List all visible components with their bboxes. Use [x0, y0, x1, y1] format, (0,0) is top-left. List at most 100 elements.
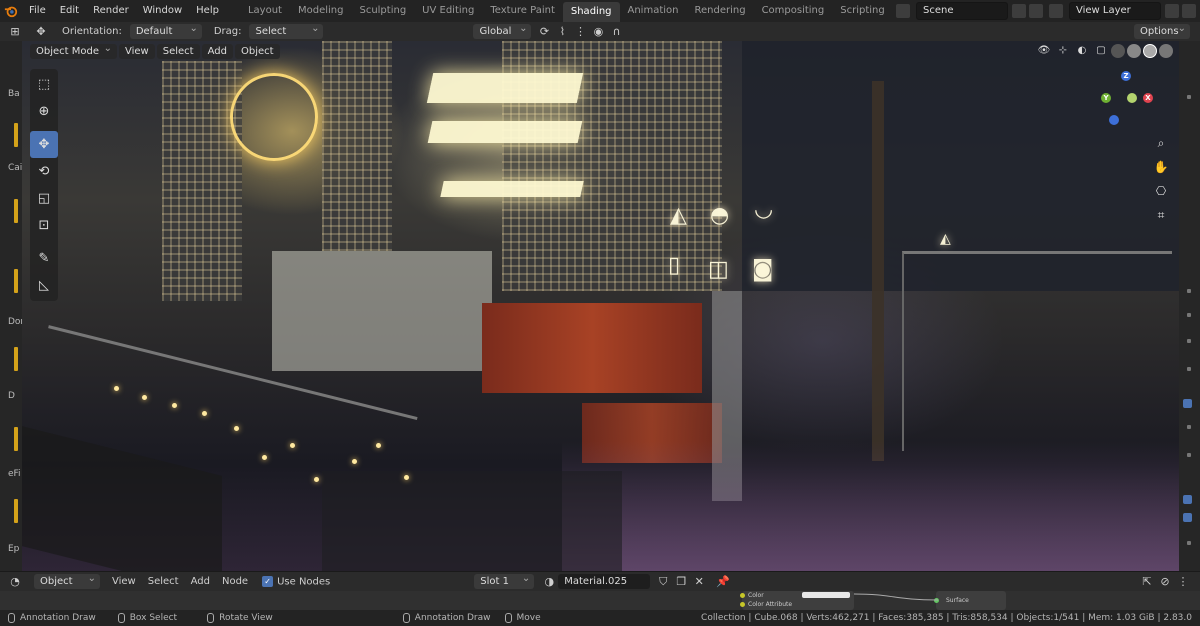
orientation-dropdown[interactable]: Default — [129, 21, 202, 39]
menu-window[interactable]: Window — [136, 0, 189, 22]
color-attribute-node[interactable]: Color Color Attribute — [740, 591, 854, 610]
options-dropdown[interactable]: Options — [1134, 21, 1190, 39]
3d-cursor-icon[interactable]: ⊕ — [30, 98, 58, 125]
snap-icon[interactable]: ⌇ — [553, 24, 571, 39]
wireframe-shading-icon[interactable] — [1111, 44, 1125, 58]
scene-icon[interactable] — [896, 4, 910, 18]
material-slot-dropdown[interactable]: Slot 1 — [474, 571, 535, 589]
object-mode-dropdown[interactable]: Object Mode — [30, 41, 117, 59]
transform-orientation-dropdown[interactable]: Global — [473, 21, 532, 39]
move-tool-icon[interactable]: ✥ — [30, 131, 58, 158]
tab-scripting[interactable]: Scripting — [832, 0, 892, 22]
xray-toggle-icon[interactable]: ▢ — [1093, 44, 1109, 58]
pin-icon[interactable]: 📌 — [714, 574, 732, 589]
tab-shading[interactable]: Shading — [562, 2, 620, 22]
menu-render[interactable]: Render — [86, 0, 136, 22]
node-editor-type-icon[interactable]: ◔ — [6, 574, 24, 589]
rendered-shading-icon[interactable] — [1159, 44, 1173, 58]
scene-field[interactable]: Scene — [916, 2, 1008, 20]
snap-settings-icon[interactable]: ⋮ — [571, 24, 589, 39]
menu-edit[interactable]: Edit — [53, 0, 86, 22]
pan-hand-icon[interactable]: ✋ — [1153, 159, 1169, 175]
editor-type-icon[interactable]: ⊞ — [6, 24, 24, 39]
view-menu[interactable]: View — [119, 43, 155, 59]
panel-handle[interactable] — [1187, 95, 1191, 99]
menu-file[interactable]: File — [22, 0, 53, 22]
scale-tool-icon[interactable]: ◱ — [30, 185, 58, 212]
transform-tool-icon[interactable]: ⊡ — [30, 212, 58, 239]
delete-scene-icon[interactable] — [1029, 4, 1043, 18]
select-menu[interactable]: Select — [156, 43, 200, 59]
object-menu[interactable]: Object — [234, 43, 280, 59]
blender-logo-icon[interactable] — [0, 0, 22, 22]
zoom-icon[interactable]: ⌕ — [1153, 135, 1169, 151]
tab-texture-paint[interactable]: Texture Paint — [482, 0, 563, 22]
tab-compositing[interactable]: Compositing — [754, 0, 833, 22]
visibility-icon[interactable]: 👁 — [1036, 44, 1052, 58]
proportional-edit-icon[interactable]: ◉ — [589, 24, 607, 39]
move-tool-icon[interactable]: ✥ — [32, 24, 50, 39]
measure-tool-icon[interactable]: ◺ — [30, 272, 58, 299]
node-select-menu[interactable]: Select — [144, 576, 183, 587]
panel-handle[interactable] — [1187, 425, 1191, 429]
overlay-toggle-icon[interactable]: ◐ — [1074, 44, 1090, 58]
node-add-menu[interactable]: Add — [187, 576, 214, 587]
solid-shading-icon[interactable] — [1127, 44, 1141, 58]
tab-uv-editing[interactable]: UV Editing — [414, 0, 482, 22]
snap-node-icon[interactable]: ⊘ — [1156, 574, 1174, 589]
gizmo-z-axis[interactable]: Z — [1121, 71, 1131, 81]
object-shader-dropdown[interactable]: Object — [34, 571, 100, 589]
panel-handle[interactable] — [1187, 289, 1191, 293]
property-checkbox[interactable] — [1183, 495, 1192, 504]
new-scene-icon[interactable] — [1012, 4, 1026, 18]
view-layer-field[interactable]: View Layer — [1069, 2, 1161, 20]
tab-modeling[interactable]: Modeling — [290, 0, 352, 22]
unlink-material-icon[interactable]: ✕ — [690, 574, 708, 589]
panel-handle[interactable] — [1187, 541, 1191, 545]
node-view-menu[interactable]: View — [108, 576, 140, 587]
property-checkbox[interactable] — [1183, 399, 1192, 408]
camera-icon[interactable]: ⎔ — [1153, 183, 1169, 199]
node-canvas[interactable]: Color Color Attribute Surface — [0, 591, 1200, 610]
property-checkbox[interactable] — [1183, 513, 1192, 522]
delete-view-layer-icon[interactable] — [1182, 4, 1196, 18]
gizmo-toggle-icon[interactable]: ⊹ — [1055, 44, 1071, 58]
node-socket[interactable] — [740, 593, 745, 598]
fake-user-shield-icon[interactable]: ⛉ — [654, 574, 672, 589]
material-name-field[interactable]: Material.025 — [558, 574, 651, 589]
use-nodes-toggle[interactable]: ✓ Use Nodes — [258, 575, 334, 587]
panel-handle[interactable] — [1187, 339, 1191, 343]
node-socket[interactable] — [740, 602, 745, 607]
tab-layout[interactable]: Layout — [240, 0, 290, 22]
panel-handle[interactable] — [1187, 313, 1191, 317]
node-menu[interactable]: Node — [218, 576, 252, 587]
new-view-layer-icon[interactable] — [1165, 4, 1179, 18]
pivot-point-icon[interactable]: ⟳ — [535, 24, 553, 39]
select-cursor-icon[interactable]: ⬚ — [30, 71, 58, 98]
menu-help[interactable]: Help — [189, 0, 226, 22]
panel-handle[interactable] — [1187, 453, 1191, 457]
3d-viewport[interactable]: ◭ ◓ ◡ ▯ ◫ ◙ ◭ Object Mode View Select Ad… — [22, 41, 1179, 571]
rotate-tool-icon[interactable]: ⟲ — [30, 158, 58, 185]
tab-animation[interactable]: Animation — [620, 0, 687, 22]
material-browse-icon[interactable]: ◑ — [540, 574, 558, 589]
gizmo-neg-z-axis[interactable] — [1109, 115, 1119, 125]
tab-rendering[interactable]: Rendering — [686, 0, 753, 22]
gizmo-neg-y-axis[interactable] — [1127, 93, 1137, 103]
falloff-icon[interactable]: ∩ — [607, 24, 625, 39]
perspective-grid-icon[interactable]: ⌗ — [1153, 207, 1169, 223]
color-swatch[interactable] — [802, 592, 850, 598]
gizmo-y-axis[interactable]: Y — [1101, 93, 1111, 103]
snap-node-settings-icon[interactable]: ⋮ — [1174, 574, 1192, 589]
duplicate-material-icon[interactable]: ❐ — [672, 574, 690, 589]
material-shading-icon[interactable] — [1143, 44, 1157, 58]
material-output-node[interactable]: Surface — [934, 591, 1006, 610]
tab-sculpting[interactable]: Sculpting — [351, 0, 414, 22]
add-menu[interactable]: Add — [201, 43, 233, 59]
gizmo-x-axis[interactable]: X — [1143, 93, 1153, 103]
drag-dropdown[interactable]: Select Box — [249, 21, 324, 52]
parent-node-tree-icon[interactable]: ⇱ — [1138, 574, 1156, 589]
panel-handle[interactable] — [1187, 367, 1191, 371]
use-nodes-checkbox[interactable]: ✓ — [262, 575, 274, 587]
annotate-tool-icon[interactable]: ✎ — [30, 245, 58, 272]
